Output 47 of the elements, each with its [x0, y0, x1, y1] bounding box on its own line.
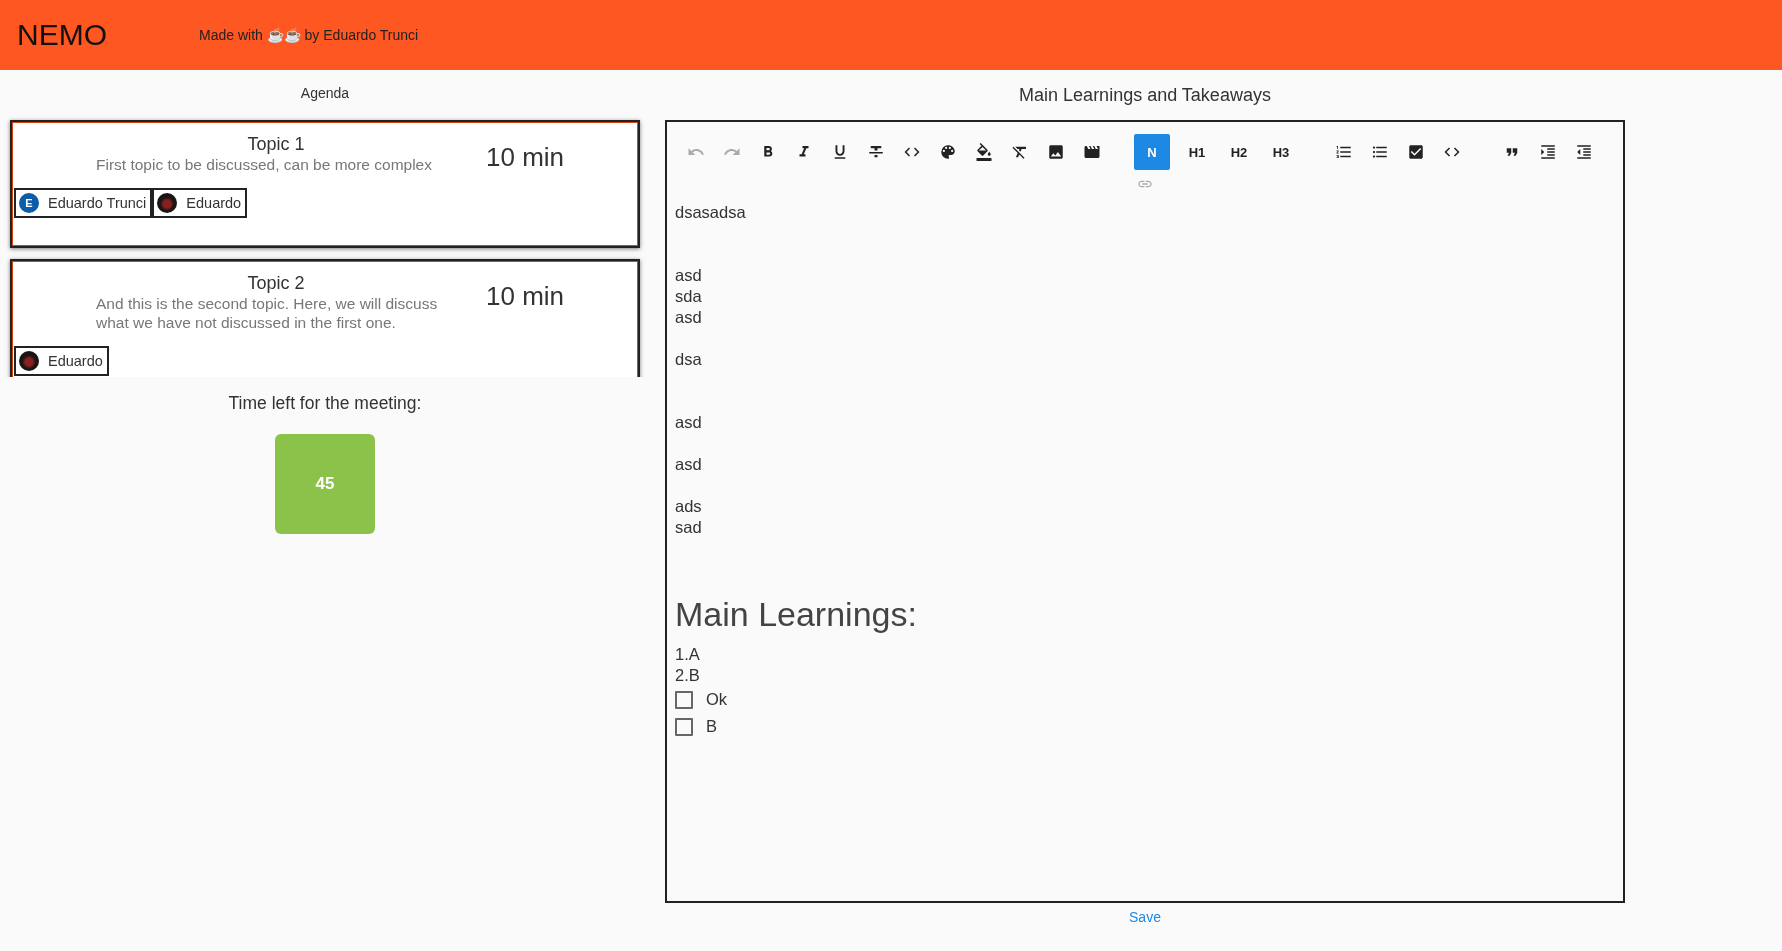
text-line: dsasadsa — [675, 202, 746, 223]
text-line: ads — [675, 496, 702, 517]
avatar — [157, 193, 178, 213]
checklist-item: Ok — [706, 689, 728, 710]
heading: Main Learnings: — [675, 594, 917, 634]
checkbox[interactable] — [675, 690, 693, 709]
heading-button[interactable]: H3 — [1260, 134, 1302, 170]
topic-description: And this is the second topic. Here, we will discuss what we have not discussed in the first one. — [96, 294, 439, 332]
paint-bucket-icon — [975, 143, 993, 161]
palette-icon — [939, 143, 957, 161]
text-line: 2.B — [675, 665, 700, 686]
topic-duration: 10 min — [486, 142, 565, 173]
agenda-title: Agenda — [299, 83, 351, 103]
heading-button[interactable]: H2 — [1218, 134, 1260, 170]
heading-button[interactable]: N — [1134, 134, 1170, 170]
participant-chip[interactable]: Eduardo — [152, 188, 248, 218]
clapperboard-icon — [1083, 143, 1101, 161]
app-logo: NEMO — [17, 18, 108, 52]
notes-title: Main Learnings and Takeaways — [1018, 83, 1272, 107]
outdent-icon — [1575, 143, 1593, 161]
image-icon — [1047, 143, 1065, 161]
topic-duration: 10 min — [486, 281, 565, 312]
checkbox-icon — [1407, 143, 1425, 161]
numbered-list-icon — [1335, 143, 1353, 161]
avatar: E — [19, 193, 39, 213]
timer-countdown: 45 — [275, 434, 375, 534]
participant-chip[interactable]: E Eduardo Trunci — [14, 188, 153, 218]
indent-icon — [1539, 143, 1557, 161]
avatar — [19, 351, 39, 371]
save-button[interactable]: Save — [1129, 909, 1161, 925]
topic-title: Topic 1 — [247, 134, 305, 155]
text-line: dsa — [675, 349, 702, 370]
text-line: sda — [675, 286, 702, 307]
timer-label: Time left for the meeting: — [228, 391, 422, 415]
topic-description: First topic to be discussed, can be more complex — [96, 155, 433, 174]
text-line: asd — [675, 454, 702, 475]
heading-button[interactable]: H1 — [1176, 134, 1218, 170]
participant-chip[interactable]: Eduardo — [14, 346, 109, 376]
checklist-item: B — [706, 716, 717, 737]
checkbox[interactable] — [675, 717, 693, 736]
text-line: 1.A — [675, 644, 700, 665]
text-line: asd — [675, 412, 702, 433]
text-line: sad — [675, 517, 702, 538]
text-line: asd — [675, 307, 702, 328]
tagline: Made with ☕☕ by Eduardo Trunci — [199, 27, 419, 43]
text-line: asd — [675, 265, 702, 286]
topic-title: Topic 2 — [247, 273, 305, 294]
